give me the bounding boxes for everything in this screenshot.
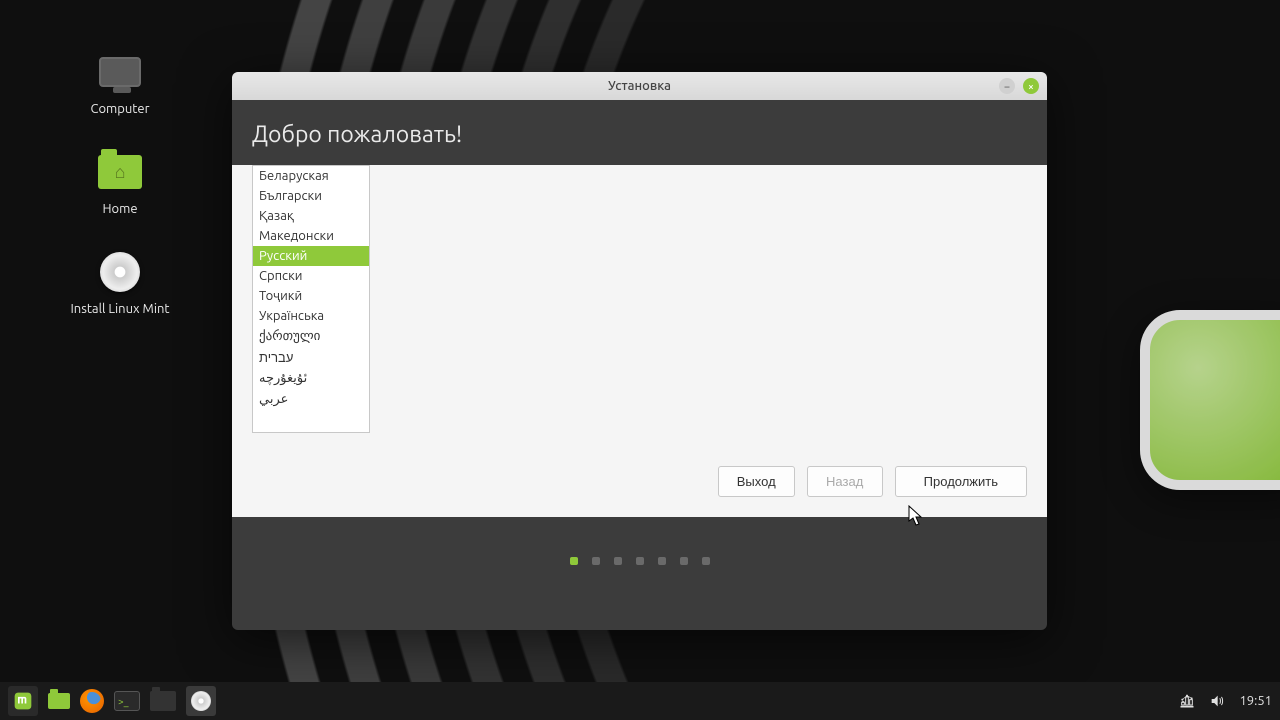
quit-button[interactable]: Выход — [718, 466, 795, 497]
wallpaper-mint-logo — [1140, 310, 1280, 490]
continue-button[interactable]: Продолжить — [895, 466, 1027, 497]
desktop-icon-home[interactable]: Home — [45, 148, 195, 216]
back-button: Назад — [807, 466, 883, 497]
volume-icon[interactable] — [1209, 693, 1225, 709]
taskbar-files[interactable] — [150, 691, 176, 711]
language-option[interactable]: عربي — [253, 389, 369, 410]
taskbar-show-desktop[interactable] — [44, 686, 74, 716]
pager-dot — [658, 557, 666, 565]
step-pager — [232, 517, 1047, 605]
installer-window: Установка – × Добро пожаловать! Беларуск… — [232, 72, 1047, 630]
disc-icon — [100, 252, 140, 292]
pager-dot — [570, 557, 578, 565]
language-option[interactable]: Українська — [253, 306, 369, 326]
network-icon[interactable] — [1179, 693, 1195, 709]
window-minimize-button[interactable]: – — [999, 78, 1015, 94]
wizard-button-row: Выход Назад Продолжить — [718, 466, 1027, 497]
window-titlebar[interactable]: Установка – × — [232, 72, 1047, 100]
language-list[interactable]: БеларускаяБългарскиҚазақМакедонскиРусски… — [252, 165, 370, 433]
desktop-icon-label: Install Linux Mint — [45, 302, 195, 316]
mint-logo-icon — [13, 691, 33, 711]
folder-icon — [48, 693, 70, 709]
language-option[interactable]: Српски — [253, 266, 369, 286]
desktop-icon-install[interactable]: Install Linux Mint — [45, 248, 195, 316]
language-option[interactable]: Македонски — [253, 226, 369, 246]
desktop-icon-label: Computer — [45, 102, 195, 116]
taskbar-firefox[interactable] — [80, 689, 104, 713]
window-close-button[interactable]: × — [1023, 78, 1039, 94]
installer-content: БеларускаяБългарскиҚазақМакедонскиРусски… — [232, 165, 1047, 517]
language-option[interactable]: ქართული — [253, 326, 369, 347]
taskbar-terminal[interactable]: >_ — [114, 691, 140, 711]
welcome-heading: Добро пожаловать! — [232, 100, 1047, 165]
pager-dot — [680, 557, 688, 565]
language-option[interactable]: Русский — [253, 246, 369, 266]
taskbar-running-installer[interactable] — [186, 686, 216, 716]
system-tray: 19:51 — [1179, 693, 1272, 709]
home-folder-icon — [98, 155, 142, 189]
language-option[interactable]: ئۇيغۇرچە — [253, 368, 369, 389]
language-option[interactable]: Тоҷикӣ — [253, 286, 369, 306]
disc-icon — [191, 691, 211, 711]
clock[interactable]: 19:51 — [1239, 694, 1272, 708]
language-option[interactable]: עברית — [253, 347, 369, 368]
pager-dot — [592, 557, 600, 565]
pager-dot — [614, 557, 622, 565]
language-option[interactable]: Қазақ — [253, 206, 369, 226]
language-option[interactable]: Беларуская — [253, 166, 369, 186]
taskbar: >_ 19:51 — [0, 682, 1280, 720]
language-option[interactable]: Български — [253, 186, 369, 206]
window-title: Установка — [608, 79, 671, 93]
pager-dot — [702, 557, 710, 565]
start-menu-button[interactable] — [8, 686, 38, 716]
computer-icon — [99, 57, 141, 87]
desktop-icon-label: Home — [45, 202, 195, 216]
desktop-icon-computer[interactable]: Computer — [45, 48, 195, 116]
pager-dot — [636, 557, 644, 565]
